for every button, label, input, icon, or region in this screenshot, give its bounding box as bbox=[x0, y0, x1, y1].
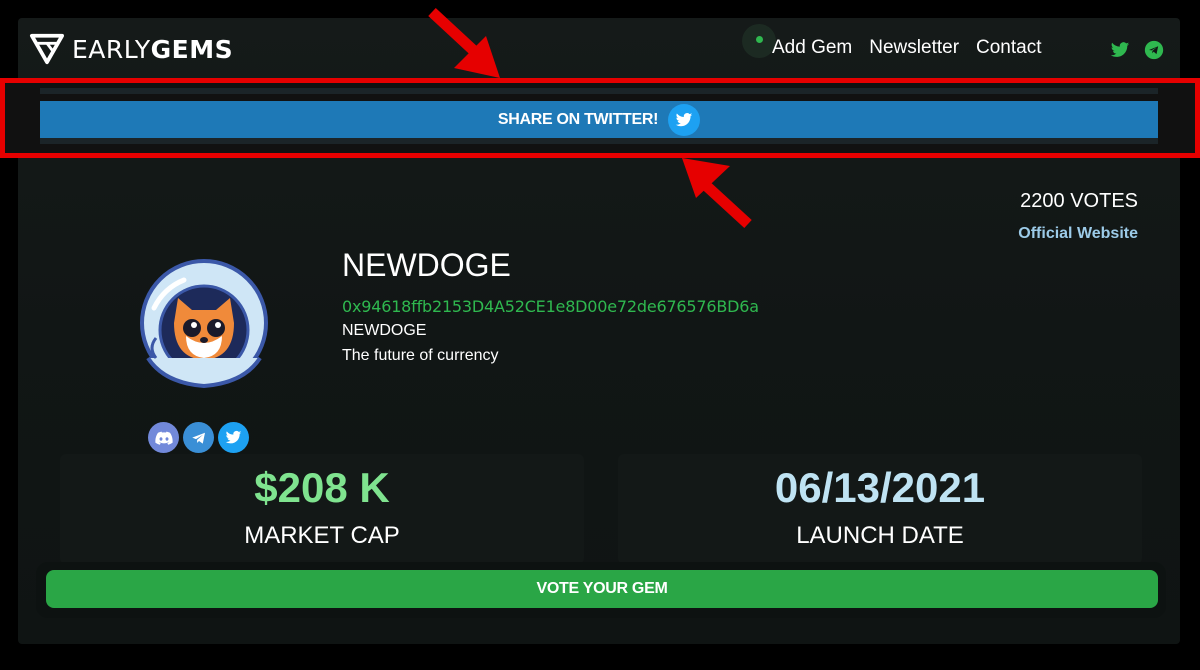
contract-address[interactable]: 0x94618ffb2153D4A52CE1e8D00e72de676576BD… bbox=[342, 297, 759, 316]
nav-newsletter[interactable]: Newsletter bbox=[869, 37, 959, 59]
nav-add-gem[interactable]: Add Gem bbox=[772, 37, 852, 59]
nav-contact[interactable]: Contact bbox=[976, 37, 1041, 59]
share-on-twitter-button[interactable]: SHARE ON TWITTER! bbox=[40, 101, 1158, 138]
site-logo[interactable]: EARLYGEMS bbox=[28, 32, 233, 66]
market-cap-card: $208 K MARKET CAP bbox=[60, 454, 584, 564]
twitter-icon[interactable] bbox=[1110, 40, 1130, 60]
market-cap-value: $208 K bbox=[254, 464, 390, 511]
newdoge-avatar bbox=[140, 259, 268, 389]
telegram-icon[interactable] bbox=[183, 422, 214, 453]
votes-count: 2200 VOTES bbox=[1020, 190, 1138, 212]
official-website-link[interactable]: Official Website bbox=[1018, 225, 1138, 243]
gem-socials bbox=[148, 422, 249, 453]
logo-gems: GEMS bbox=[150, 34, 234, 64]
logo-text: EARLYGEMS bbox=[72, 35, 233, 64]
gem-ticker: NEWDOGE bbox=[342, 322, 427, 339]
main-nav: Add Gem Newsletter Contact bbox=[772, 37, 1042, 59]
vote-your-gem-button[interactable]: VOTE YOUR GEM bbox=[46, 570, 1158, 608]
discord-icon[interactable] bbox=[148, 422, 179, 453]
arrow-down-icon bbox=[428, 7, 500, 78]
share-label: SHARE ON TWITTER! bbox=[497, 110, 659, 128]
twitter-icon bbox=[668, 103, 701, 136]
gem-description: The future of currency bbox=[342, 347, 499, 364]
banner-top-line bbox=[40, 88, 1158, 94]
gem-logo-icon bbox=[30, 33, 64, 65]
launch-date-card: 06/13/2021 LAUNCH DATE bbox=[618, 454, 1142, 564]
gem-name: NEWDOGE bbox=[342, 247, 511, 283]
banner-bottom-line bbox=[40, 138, 1158, 144]
telegram-icon[interactable] bbox=[1144, 40, 1164, 60]
status-dot-icon bbox=[756, 36, 763, 43]
twitter-icon[interactable] bbox=[218, 422, 249, 453]
arrow-up-icon bbox=[682, 158, 752, 229]
launch-date-label: LAUNCH DATE bbox=[796, 522, 964, 549]
market-cap-label: MARKET CAP bbox=[244, 522, 400, 549]
logo-early: EARLY bbox=[72, 34, 151, 64]
header-socials bbox=[1110, 40, 1164, 60]
status-indicator bbox=[742, 24, 776, 58]
launch-date-value: 06/13/2021 bbox=[774, 464, 986, 511]
